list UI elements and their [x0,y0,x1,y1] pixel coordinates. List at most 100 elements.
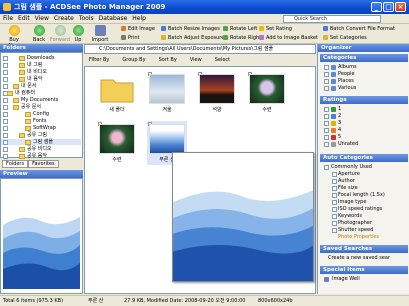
folder-tree-item[interactable]: Config [1,111,81,117]
auto-cat-focal-length[interactable]: Focal length (1.5x) [320,192,408,198]
select-button[interactable]: Select [210,57,230,63]
preview-panel-header: Preview [0,170,83,178]
maximize-button[interactable]: □ [383,2,394,12]
file-thumb[interactable]: 새 폴더 [97,71,137,115]
menu-create[interactable]: Create [54,15,74,22]
auto-cat-image-type[interactable]: Image type [320,199,408,205]
rating-3[interactable]: 3 [320,120,408,126]
auto-categories-header[interactable]: Auto Categories [320,154,408,162]
folder-tree-item[interactable]: 내 그림 [1,62,81,68]
file-thumb[interactable]: 석양 [197,71,237,115]
folder-checkbox[interactable] [3,55,8,61]
folder-checkbox[interactable] [3,132,8,138]
import-button[interactable]: Import [91,25,109,44]
folder-tree-item[interactable]: 내 컴퓨터 [1,90,81,96]
photo-properties-link[interactable]: Photo Properties [320,234,408,240]
auto-cat-commonly-used[interactable]: Commonly Used [320,164,408,170]
category-places[interactable]: Places [320,78,408,84]
folder-checkbox[interactable] [3,83,8,89]
back-button[interactable]: Back [29,25,49,44]
folder-tree-item[interactable]: Downloads [1,55,81,61]
category-various[interactable]: Various [320,85,408,91]
folder-checkbox[interactable] [3,146,8,152]
folder-tree-item[interactable]: SoftWrap [1,125,81,131]
folder-tree-item[interactable]: 공유 비디오 [1,146,81,152]
folder-checkbox[interactable] [3,125,8,131]
close-button[interactable]: × [395,2,406,12]
folder-checkbox[interactable] [3,111,8,117]
rating-2[interactable]: 2 [320,113,408,119]
auto-cat-aperture[interactable]: Aperture [320,171,408,177]
categories-header[interactable]: Categories [320,54,408,62]
buy-now-button[interactable]: Buy Now [3,25,25,49]
folder-tree-item[interactable]: 내 음악 [1,76,81,82]
sort-by-button[interactable]: Sort By [154,57,177,63]
rotate-right-button[interactable]: Rotate Right [222,34,261,42]
folder-checkbox[interactable] [3,62,8,68]
quick-search-input[interactable]: Quick Search [283,15,381,23]
set-rating-button[interactable]: Set Rating [258,25,292,33]
view-button[interactable]: View [185,57,202,63]
folder-checkbox[interactable] [3,76,8,82]
folder-tree-item[interactable]: 공유 문서 [1,104,81,110]
auto-cat-file-size[interactable]: File size [320,185,408,191]
folder-checkbox[interactable] [3,69,8,75]
rotate-left-button[interactable]: Rotate Left [222,25,257,33]
menu-file[interactable]: File [3,15,13,22]
folder-tree-item[interactable]: 그림 샘플 [1,139,81,145]
file-thumb[interactable]: 겨울 [147,71,187,115]
folder-tree-item[interactable]: My Documents [1,97,81,103]
auto-cat-iso[interactable]: ISO speed ratings [320,206,408,212]
print-button[interactable]: Print [120,34,140,42]
folder-checkbox[interactable] [3,118,8,124]
auto-cat-keywords[interactable]: Keywords [320,213,408,219]
edit-image-button[interactable]: Edit Image [120,25,155,33]
menu-view[interactable]: View [35,15,49,22]
auto-cat-photographer[interactable]: Photographer [320,220,408,226]
image-well-item[interactable]: Image Well [320,276,408,282]
saved-searches-header[interactable]: Saved Searches [320,245,408,253]
menu-tools[interactable]: Tools [79,15,94,22]
add-to-basket-button[interactable]: Add to Image Basket [258,34,318,42]
minimize-button[interactable]: _ [371,2,382,12]
folder-tree-item[interactable]: 내 문서 [1,83,81,89]
ratings-header[interactable]: Ratings [320,96,408,104]
forward-button[interactable]: Forward [49,25,71,44]
auto-cat-author[interactable]: Author [320,178,408,184]
set-categories-button[interactable]: Set Categories [322,34,367,42]
folder-checkbox[interactable] [3,139,8,145]
file-thumb[interactable]: 수련 [247,71,287,115]
tab-folders[interactable]: Folders [2,160,29,168]
folder-icon [19,146,25,152]
auto-cat-shutter-speed[interactable]: Shutter speed [320,227,408,233]
up-button[interactable]: Up [71,25,85,44]
tab-favorites[interactable]: Favorites [28,160,59,168]
folder-tree-item[interactable]: 공유 그림 [1,132,81,138]
filter-by-button[interactable]: Filter By [84,57,109,63]
batch-resize-button[interactable]: Batch Resize Images [160,25,220,33]
folder-checkbox[interactable] [3,153,8,159]
folder-tree-item[interactable]: Fonts [1,118,81,124]
menu-help[interactable]: Help [132,15,146,22]
status-total: Total 6 items (975.3 KB) [3,298,64,304]
category-people[interactable]: People [320,71,408,77]
batch-convert-button[interactable]: Batch Convert File Format [322,25,395,33]
menu-edit[interactable]: Edit [18,15,30,22]
folder-checkbox[interactable] [3,97,8,103]
rating-5[interactable]: 5 [320,134,408,140]
group-by-button[interactable]: Group By [117,57,145,63]
special-items-header[interactable]: Special Items [320,266,408,274]
menu-database[interactable]: Database [99,15,128,22]
rating-1[interactable]: 1 [320,106,408,112]
create-saved-search[interactable]: Create a new saved sear [320,255,408,261]
category-albums[interactable]: Albums [320,64,408,70]
folder-tree-item[interactable]: 내 비디오 [1,69,81,75]
address-bar[interactable]: C:\Documents and Settings\All Users\Docu… [84,44,316,54]
rating-4[interactable]: 4 [320,127,408,133]
batch-adjust-exposure-button[interactable]: Batch Adjust Exposure [160,34,224,42]
file-thumb[interactable]: 수련 [97,121,137,165]
folder-tree-item[interactable]: 공유 음악 [1,153,81,159]
folder-checkbox[interactable] [3,104,8,110]
folder-label: My Documents [21,97,59,103]
rating-unrated[interactable]: Unrated [320,141,408,147]
